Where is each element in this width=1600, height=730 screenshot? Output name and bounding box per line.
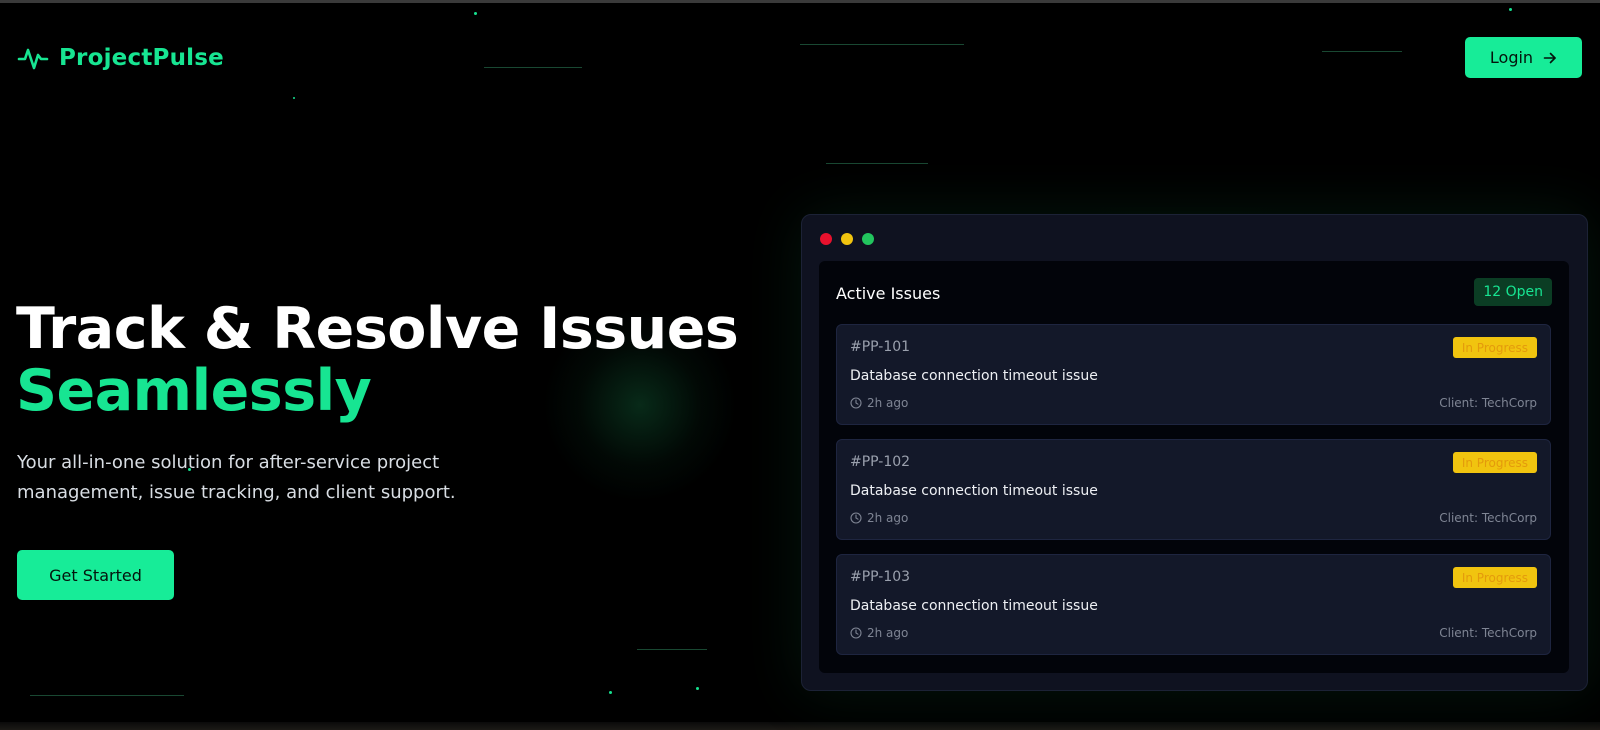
bottom-edge-divider bbox=[0, 722, 1600, 730]
hero-title: Track & Resolve Issues Seamlessly bbox=[16, 296, 739, 424]
window-minimize-dot[interactable] bbox=[841, 233, 853, 245]
login-button-label: Login bbox=[1489, 48, 1534, 67]
issues-window: Active Issues 12 Open #PP-101 In Progres… bbox=[801, 214, 1588, 691]
decorative-dot bbox=[609, 691, 612, 694]
arrow-right-icon bbox=[1543, 52, 1556, 63]
issue-id: #PP-102 bbox=[850, 454, 911, 470]
clock-icon bbox=[850, 512, 862, 524]
login-button[interactable]: Login bbox=[1465, 37, 1582, 78]
clock-icon bbox=[850, 397, 862, 409]
decorative-streak bbox=[826, 163, 928, 164]
issue-time-label: 2h ago bbox=[867, 626, 909, 640]
window-maximize-dot[interactable] bbox=[862, 233, 874, 245]
decorative-streak bbox=[637, 649, 707, 650]
hero-title-highlight: Seamlessly bbox=[16, 358, 372, 424]
decorative-streak bbox=[800, 44, 964, 45]
status-badge: In Progress bbox=[1452, 452, 1537, 473]
decorative-dot bbox=[1509, 8, 1512, 11]
issue-card[interactable]: #PP-101 In Progress Database connection … bbox=[836, 324, 1551, 425]
top-edge-divider bbox=[0, 0, 1600, 3]
status-badge: In Progress bbox=[1452, 337, 1537, 358]
issue-description: Database connection timeout issue bbox=[850, 598, 1098, 614]
active-issues-title: Active Issues bbox=[836, 284, 941, 303]
issue-time: 2h ago bbox=[850, 511, 908, 525]
decorative-dot bbox=[696, 687, 699, 690]
issue-description: Database connection timeout issue bbox=[850, 483, 1098, 499]
issue-description: Database connection timeout issue bbox=[850, 368, 1098, 384]
status-badge: In Progress bbox=[1452, 567, 1537, 588]
open-count-badge: 12 Open bbox=[1474, 278, 1552, 306]
brand-name: ProjectPulse bbox=[59, 45, 224, 71]
issue-client: Client: TechCorp bbox=[1439, 511, 1537, 525]
window-close-dot[interactable] bbox=[820, 233, 832, 245]
issue-time-label: 2h ago bbox=[867, 396, 909, 410]
issue-client: Client: TechCorp bbox=[1439, 626, 1537, 640]
decorative-dot bbox=[474, 12, 477, 15]
issue-client: Client: TechCorp bbox=[1439, 396, 1537, 410]
clock-icon bbox=[850, 627, 862, 639]
pulse-icon bbox=[17, 48, 49, 70]
issue-id: #PP-103 bbox=[850, 569, 911, 585]
issue-time: 2h ago bbox=[850, 626, 908, 640]
issue-card[interactable]: #PP-102 In Progress Database connection … bbox=[836, 439, 1551, 540]
issue-time-label: 2h ago bbox=[867, 511, 909, 525]
issue-card[interactable]: #PP-103 In Progress Database connection … bbox=[836, 554, 1551, 655]
hero-title-line1: Track & Resolve Issues bbox=[16, 296, 739, 362]
decorative-streak bbox=[484, 67, 582, 68]
get-started-button[interactable]: Get Started bbox=[17, 550, 174, 600]
decorative-dot bbox=[293, 97, 295, 99]
active-issues-panel: Active Issues 12 Open #PP-101 In Progres… bbox=[819, 261, 1569, 673]
issue-id: #PP-101 bbox=[850, 339, 911, 355]
hero-subtitle: Your all-in-one solution for after-servi… bbox=[17, 452, 456, 503]
landing-page: ProjectPulse Login Track & Resolve Issue… bbox=[0, 0, 1600, 730]
get-started-button-label: Get Started bbox=[49, 565, 142, 585]
brand-logo[interactable]: ProjectPulse bbox=[17, 40, 224, 76]
decorative-streak bbox=[30, 695, 184, 696]
issue-time: 2h ago bbox=[850, 396, 908, 410]
window-controls bbox=[820, 233, 874, 245]
decorative-streak bbox=[1322, 51, 1402, 52]
